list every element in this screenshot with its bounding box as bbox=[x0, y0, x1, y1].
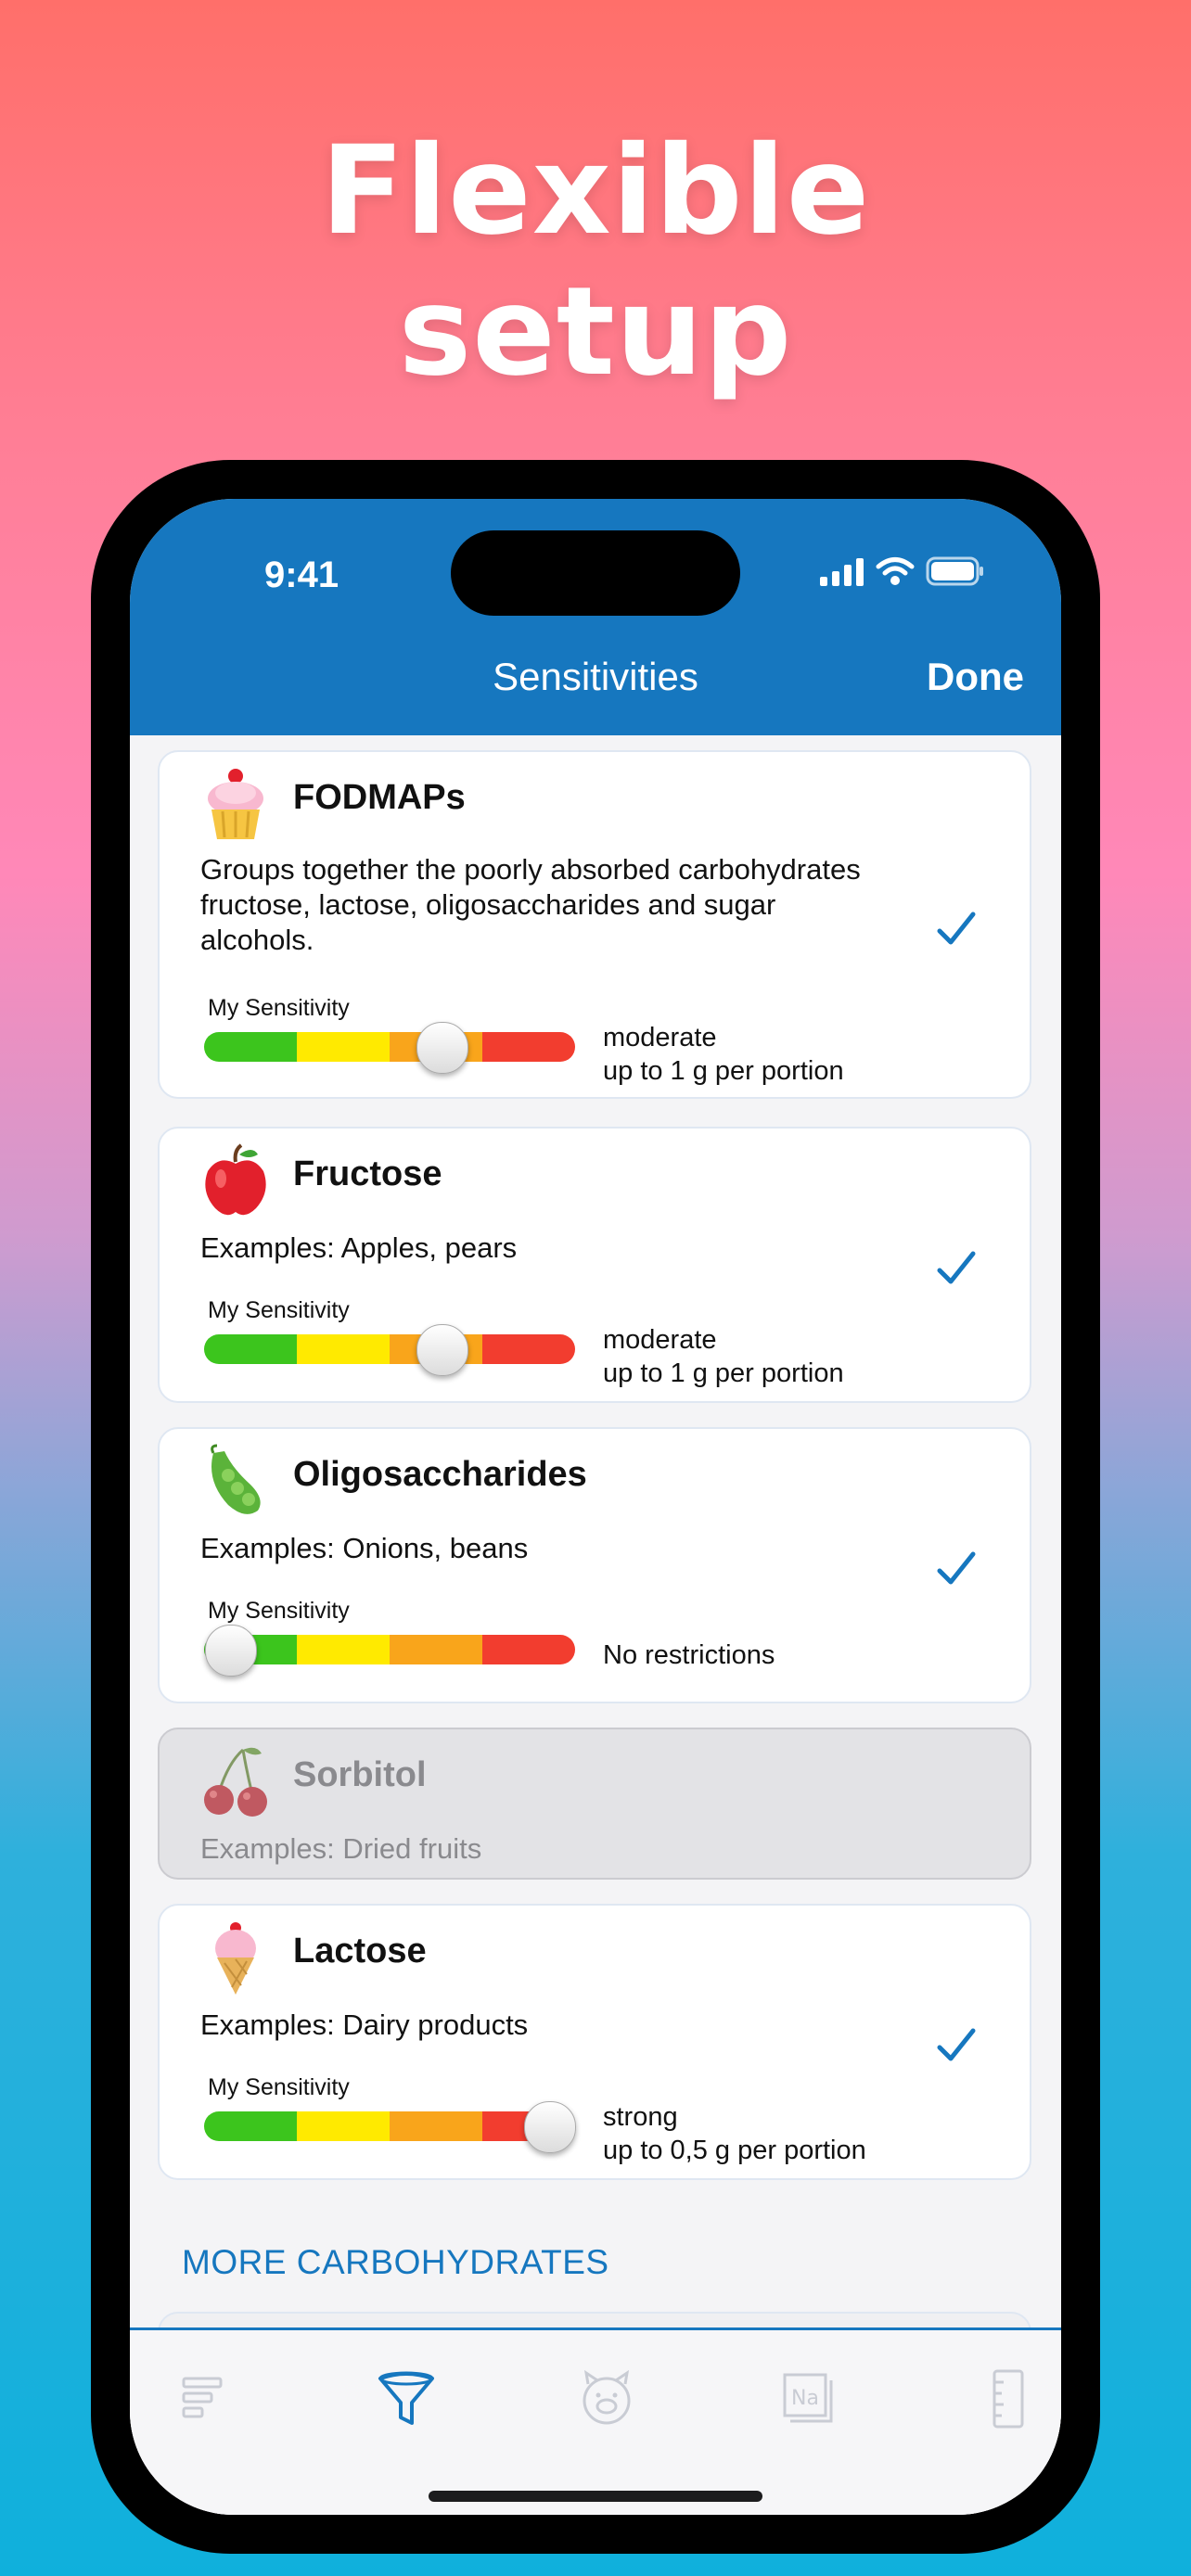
navigation-bar: 9:41 Sensitivities Done bbox=[130, 499, 1061, 735]
card-description: Examples: Onions, beans bbox=[200, 1532, 529, 1564]
svg-text:Na: Na bbox=[791, 2387, 819, 2410]
card-title: Fructose bbox=[293, 1154, 442, 1193]
sensitivity-level: moderate up to 1 g per portion bbox=[603, 1323, 844, 1390]
card-oligosaccharides[interactable]: Oligosaccharides Examples: Onions, beans… bbox=[158, 1427, 1031, 1703]
card-description: Examples: Dried fruits bbox=[200, 1832, 482, 1865]
level-text: No restrictions bbox=[603, 1640, 775, 1670]
sensitivity-slider-knob[interactable] bbox=[416, 1324, 468, 1376]
level-text: strong bbox=[603, 2102, 678, 2132]
sensitivity-label: My Sensitivity bbox=[208, 995, 350, 1021]
sensitivity-level: moderate up to 1 g per portion bbox=[603, 1021, 844, 1088]
cherries-icon bbox=[204, 1747, 267, 1817]
level-text: moderate bbox=[603, 1023, 717, 1052]
phone-screen: 9:41 Sensitivities Done FODMAPs Groups t… bbox=[130, 499, 1061, 2515]
card-sorbitol[interactable]: Sorbitol Examples: Dried fruits bbox=[158, 1728, 1031, 1880]
piggy-icon[interactable] bbox=[573, 2366, 640, 2432]
limit-text: up to 1 g per portion bbox=[603, 1358, 844, 1388]
description-line: fructose, lactose, oligosaccharides and … bbox=[200, 888, 776, 921]
card-title: FODMAPs bbox=[293, 778, 466, 817]
wifi-icon bbox=[876, 557, 915, 585]
nav-title: Sensitivities bbox=[493, 655, 698, 698]
section-header-more-carbohydrates: MORE CARBOHYDRATES bbox=[182, 2243, 609, 2281]
card-description: Examples: Dairy products bbox=[200, 2009, 529, 2041]
sensitivity-bar[interactable] bbox=[204, 1635, 575, 1664]
card-fodmaps[interactable]: FODMAPs Groups together the poorly absor… bbox=[158, 750, 1031, 1099]
card-title: Oligosaccharides bbox=[293, 1455, 587, 1494]
sensitivity-label: My Sensitivity bbox=[208, 2074, 350, 2100]
apple-icon bbox=[205, 1143, 266, 1216]
description-line: alcohols. bbox=[200, 924, 314, 956]
headline-line1: Flexible bbox=[320, 120, 871, 262]
sensitivity-slider-knob[interactable] bbox=[416, 1022, 468, 1074]
checkmark-icon[interactable] bbox=[935, 2024, 978, 2067]
headline: Flexible setup bbox=[0, 121, 1191, 402]
card-lactose[interactable]: Lactose Examples: Dairy products My Sens… bbox=[158, 1904, 1031, 2180]
dynamic-island bbox=[451, 530, 740, 616]
battery-icon bbox=[926, 556, 983, 586]
card-description: Groups together the poorly absorbed carb… bbox=[200, 852, 942, 958]
sensitivity-slider-knob[interactable] bbox=[205, 1625, 257, 1677]
signal-icon bbox=[820, 558, 864, 586]
limit-text: up to 0,5 g per portion bbox=[603, 2136, 866, 2165]
sensitivity-bar[interactable] bbox=[204, 1334, 575, 1364]
ruler-icon[interactable] bbox=[974, 2366, 1041, 2432]
card-description: Examples: Apples, pears bbox=[200, 1231, 518, 1264]
card-title: Lactose bbox=[293, 1932, 427, 1970]
peas-icon bbox=[211, 1444, 261, 1514]
checkmark-icon[interactable] bbox=[935, 908, 978, 950]
card-title: Sorbitol bbox=[293, 1755, 427, 1794]
cupcake-icon bbox=[208, 769, 263, 839]
status-icons bbox=[820, 556, 985, 586]
sensitivity-label: My Sensitivity bbox=[208, 1297, 350, 1323]
sensitivity-bar[interactable] bbox=[204, 2111, 575, 2141]
sensitivities-list[interactable]: FODMAPs Groups together the poorly absor… bbox=[130, 735, 1061, 2515]
funnel-icon[interactable] bbox=[373, 2366, 440, 2432]
sensitivity-level: strong up to 0,5 g per portion bbox=[603, 2100, 866, 2167]
card-fructose[interactable]: Fructose Examples: Apples, pears My Sens… bbox=[158, 1127, 1031, 1403]
sensitivity-slider-knob[interactable] bbox=[524, 2101, 576, 2153]
tab-bar: Na bbox=[130, 2327, 1061, 2515]
sensitivity-level: No restrictions bbox=[603, 1639, 775, 1672]
sodium-icon[interactable]: Na bbox=[775, 2366, 842, 2432]
sensitivity-label: My Sensitivity bbox=[208, 1598, 350, 1624]
checkmark-icon[interactable] bbox=[935, 1247, 978, 1290]
limit-text: up to 1 g per portion bbox=[603, 1056, 844, 1086]
list-icon[interactable] bbox=[171, 2366, 237, 2432]
ice-cream-icon bbox=[215, 1922, 256, 1995]
status-time: 9:41 bbox=[264, 555, 339, 595]
home-indicator[interactable] bbox=[429, 2491, 762, 2502]
checkmark-icon[interactable] bbox=[935, 1548, 978, 1590]
level-text: moderate bbox=[603, 1325, 717, 1355]
headline-line2: setup bbox=[398, 261, 793, 403]
description-line: Groups together the poorly absorbed carb… bbox=[200, 853, 861, 886]
sensitivity-bar[interactable] bbox=[204, 1032, 575, 1062]
done-button[interactable]: Done bbox=[927, 655, 1024, 699]
